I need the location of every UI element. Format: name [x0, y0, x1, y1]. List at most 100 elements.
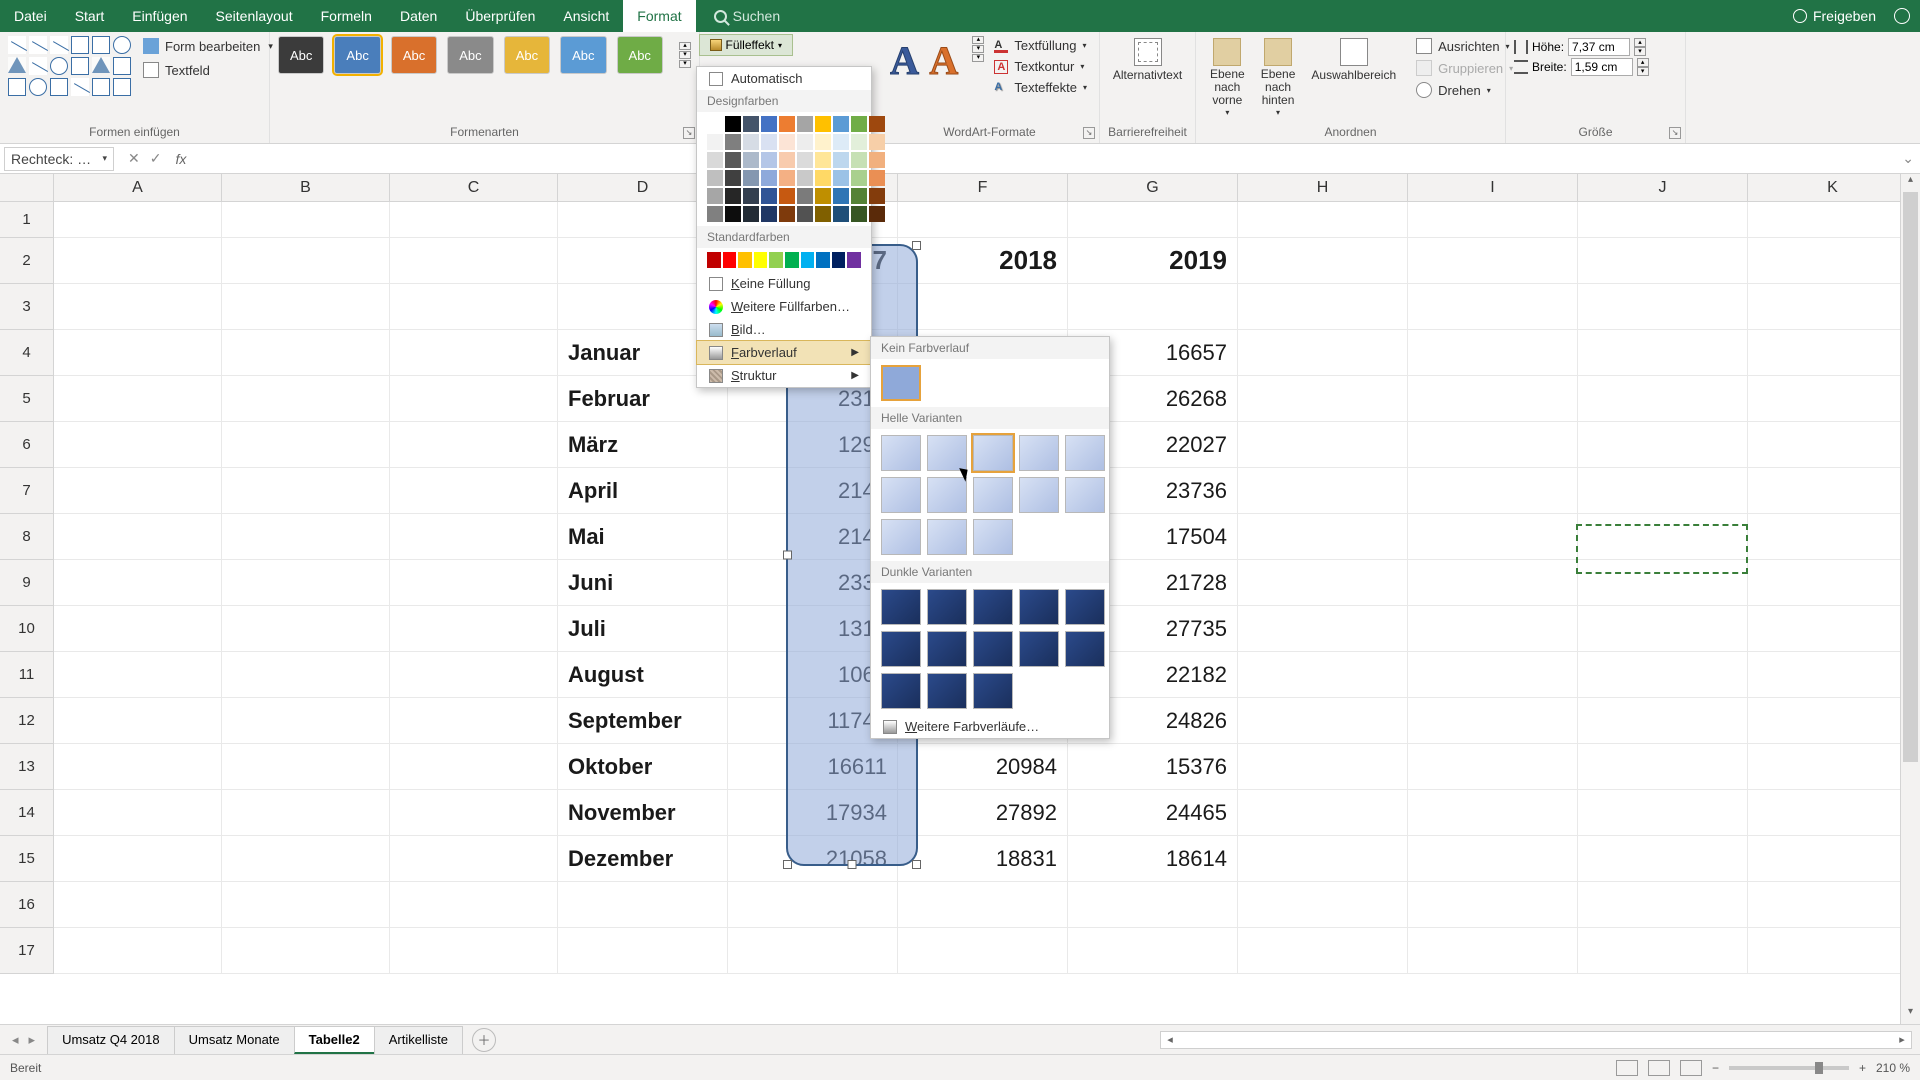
gradient-swatch[interactable] [881, 589, 921, 625]
cell[interactable] [1748, 652, 1918, 698]
cell[interactable] [390, 560, 558, 606]
cell[interactable] [1578, 284, 1748, 330]
color-swatch[interactable] [725, 116, 741, 132]
row-header[interactable]: 1 [0, 202, 54, 238]
cell[interactable] [390, 744, 558, 790]
gallery-more-icon[interactable]: ▾ [679, 60, 691, 68]
cell[interactable] [1408, 698, 1578, 744]
cell[interactable] [390, 284, 558, 330]
cell[interactable] [1068, 202, 1238, 238]
fill-none-item[interactable]: Keine Füllung [697, 272, 871, 295]
color-swatch[interactable] [738, 252, 752, 268]
col-header[interactable]: B [222, 174, 390, 201]
gradient-swatch[interactable] [1065, 631, 1105, 667]
color-swatch[interactable] [869, 170, 885, 186]
cell[interactable]: Oktober [558, 744, 728, 790]
gradient-swatch[interactable] [973, 435, 1013, 471]
gradient-swatch[interactable] [973, 673, 1013, 709]
scroll-right-icon[interactable]: ▸ [1893, 1033, 1911, 1046]
color-swatch[interactable] [869, 188, 885, 204]
view-normal-icon[interactable] [1616, 1060, 1638, 1076]
dialog-launcher-icon[interactable]: ↘ [1669, 127, 1681, 139]
cell[interactable] [1238, 744, 1408, 790]
shape-style-thumb[interactable]: Abc [617, 36, 663, 74]
cell[interactable] [1578, 698, 1748, 744]
sheet-tab[interactable]: Artikelliste [374, 1026, 463, 1054]
cell[interactable]: Mai [558, 514, 728, 560]
color-swatch[interactable] [816, 252, 830, 268]
cell[interactable] [1578, 882, 1748, 928]
color-swatch[interactable] [851, 116, 867, 132]
cell[interactable] [390, 698, 558, 744]
color-swatch[interactable] [851, 134, 867, 150]
cell[interactable] [390, 882, 558, 928]
wordart-preset-2[interactable]: A [927, 36, 960, 84]
fx-icon[interactable]: fx [175, 151, 186, 167]
width-input[interactable] [1571, 58, 1633, 76]
shapes-gallery[interactable] [8, 36, 131, 96]
color-swatch[interactable] [815, 188, 831, 204]
cell[interactable] [1408, 468, 1578, 514]
zoom-value[interactable]: 210 % [1876, 1061, 1910, 1075]
col-header[interactable]: C [390, 174, 558, 201]
cell[interactable] [1578, 468, 1748, 514]
cell[interactable] [1748, 744, 1918, 790]
color-swatch[interactable] [847, 252, 861, 268]
name-box[interactable]: Rechteck: … ▾ [4, 147, 114, 171]
cell[interactable] [54, 652, 222, 698]
gradient-swatch[interactable] [881, 477, 921, 513]
cell[interactable] [1408, 284, 1578, 330]
color-swatch[interactable] [815, 134, 831, 150]
color-swatch[interactable] [833, 206, 849, 222]
cell[interactable] [1748, 882, 1918, 928]
cell[interactable] [54, 606, 222, 652]
row-header[interactable]: 6 [0, 422, 54, 468]
color-swatch[interactable] [707, 170, 723, 186]
cell[interactable] [1238, 606, 1408, 652]
cell[interactable] [390, 422, 558, 468]
color-swatch[interactable] [761, 188, 777, 204]
color-swatch[interactable] [833, 116, 849, 132]
cell[interactable] [1578, 422, 1748, 468]
cell[interactable] [1238, 928, 1408, 974]
color-swatch[interactable] [707, 152, 723, 168]
ribbon-tab-seitenlayout[interactable]: Seitenlayout [202, 0, 307, 32]
cell[interactable] [898, 882, 1068, 928]
cell[interactable] [390, 330, 558, 376]
cell[interactable] [54, 836, 222, 882]
cell[interactable]: Juli [558, 606, 728, 652]
col-header[interactable]: J [1578, 174, 1748, 201]
gradient-swatch[interactable] [927, 673, 967, 709]
cell[interactable] [222, 376, 390, 422]
cell[interactable] [54, 790, 222, 836]
gradient-swatch[interactable] [973, 631, 1013, 667]
row-header[interactable]: 5 [0, 376, 54, 422]
cell[interactable] [390, 202, 558, 238]
gradient-swatch[interactable] [1019, 631, 1059, 667]
color-swatch[interactable] [761, 170, 777, 186]
color-swatch[interactable] [725, 170, 741, 186]
cell[interactable] [558, 928, 728, 974]
ribbon-tab-start[interactable]: Start [61, 0, 119, 32]
expand-formula-bar-icon[interactable]: ⌄ [1902, 150, 1914, 167]
cell[interactable] [1068, 284, 1238, 330]
cell[interactable] [1408, 376, 1578, 422]
color-swatch[interactable] [833, 134, 849, 150]
color-swatch[interactable] [801, 252, 815, 268]
zoom-in-icon[interactable]: + [1859, 1061, 1866, 1075]
cell[interactable] [222, 928, 390, 974]
cell[interactable] [1238, 330, 1408, 376]
cell[interactable] [1748, 376, 1918, 422]
color-swatch[interactable] [743, 206, 759, 222]
color-swatch[interactable] [743, 152, 759, 168]
gallery-up-icon[interactable]: ▴ [679, 42, 691, 50]
row-header[interactable]: 16 [0, 882, 54, 928]
cell[interactable]: November [558, 790, 728, 836]
dialog-launcher-icon[interactable]: ↘ [683, 127, 695, 139]
color-swatch[interactable] [851, 206, 867, 222]
resize-handle[interactable] [848, 860, 857, 869]
cell[interactable] [54, 422, 222, 468]
cell[interactable] [1068, 928, 1238, 974]
color-swatch[interactable] [707, 116, 723, 132]
cell[interactable]: 2018 [898, 238, 1068, 284]
